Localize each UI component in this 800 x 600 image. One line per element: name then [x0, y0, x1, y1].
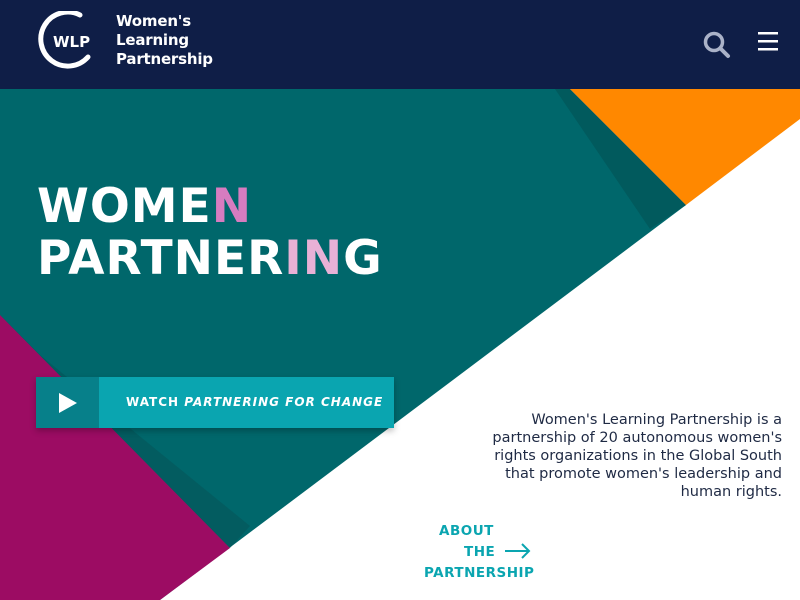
watch-video-button[interactable]: WATCH PARTNERING FOR CHANGE: [36, 377, 394, 428]
site-header: WLP Women's Learning Partnership: [0, 0, 800, 89]
logo-wordmark: Women's Learning Partnership: [116, 12, 213, 69]
logo-line-3: Partnership: [116, 50, 213, 68]
headline-line-1: WOMEN: [37, 181, 383, 233]
headline-word-partnering: PARTNER: [37, 231, 285, 286]
about-link-line-3: PARTNERSHIP: [424, 565, 535, 581]
logo-badge-icon: WLP: [38, 11, 91, 69]
play-button-box: [36, 377, 99, 428]
about-link-line-2: THE: [464, 544, 496, 560]
search-icon: [703, 31, 730, 58]
logo-badge-text: WLP: [53, 33, 90, 51]
watch-prefix: WATCH: [126, 395, 185, 409]
hamburger-menu-icon: [758, 32, 778, 51]
arrow-right-icon: [505, 543, 531, 559]
about-link-line-1: ABOUT: [439, 523, 494, 539]
hero-background: [0, 89, 800, 600]
hero-section: WOMEN PARTNERING WATCH PARTNERING FOR CH…: [0, 89, 800, 600]
logo-line-1: Women's: [116, 12, 191, 30]
headline-accent-g: G: [343, 231, 383, 286]
hero-description: Women's Learning Partnership is a partne…: [492, 412, 782, 500]
video-title: PARTNERING FOR CHANGE: [184, 395, 384, 409]
search-button[interactable]: [702, 30, 732, 60]
logo-line-2: Learning: [116, 31, 189, 49]
menu-button[interactable]: [756, 30, 782, 56]
headline-accent-n: N: [211, 179, 253, 234]
wlp-logo[interactable]: WLP Women's Learning Partnership: [36, 11, 236, 71]
play-icon: [59, 393, 77, 413]
watch-video-label: WATCH PARTNERING FOR CHANGE: [126, 377, 383, 428]
headline-line-2: PARTNERING: [37, 233, 383, 285]
hero-headline: WOMEN PARTNERING: [37, 181, 383, 285]
headline-accent-in: IN: [284, 231, 344, 286]
headline-word-women: WOME: [37, 179, 212, 234]
